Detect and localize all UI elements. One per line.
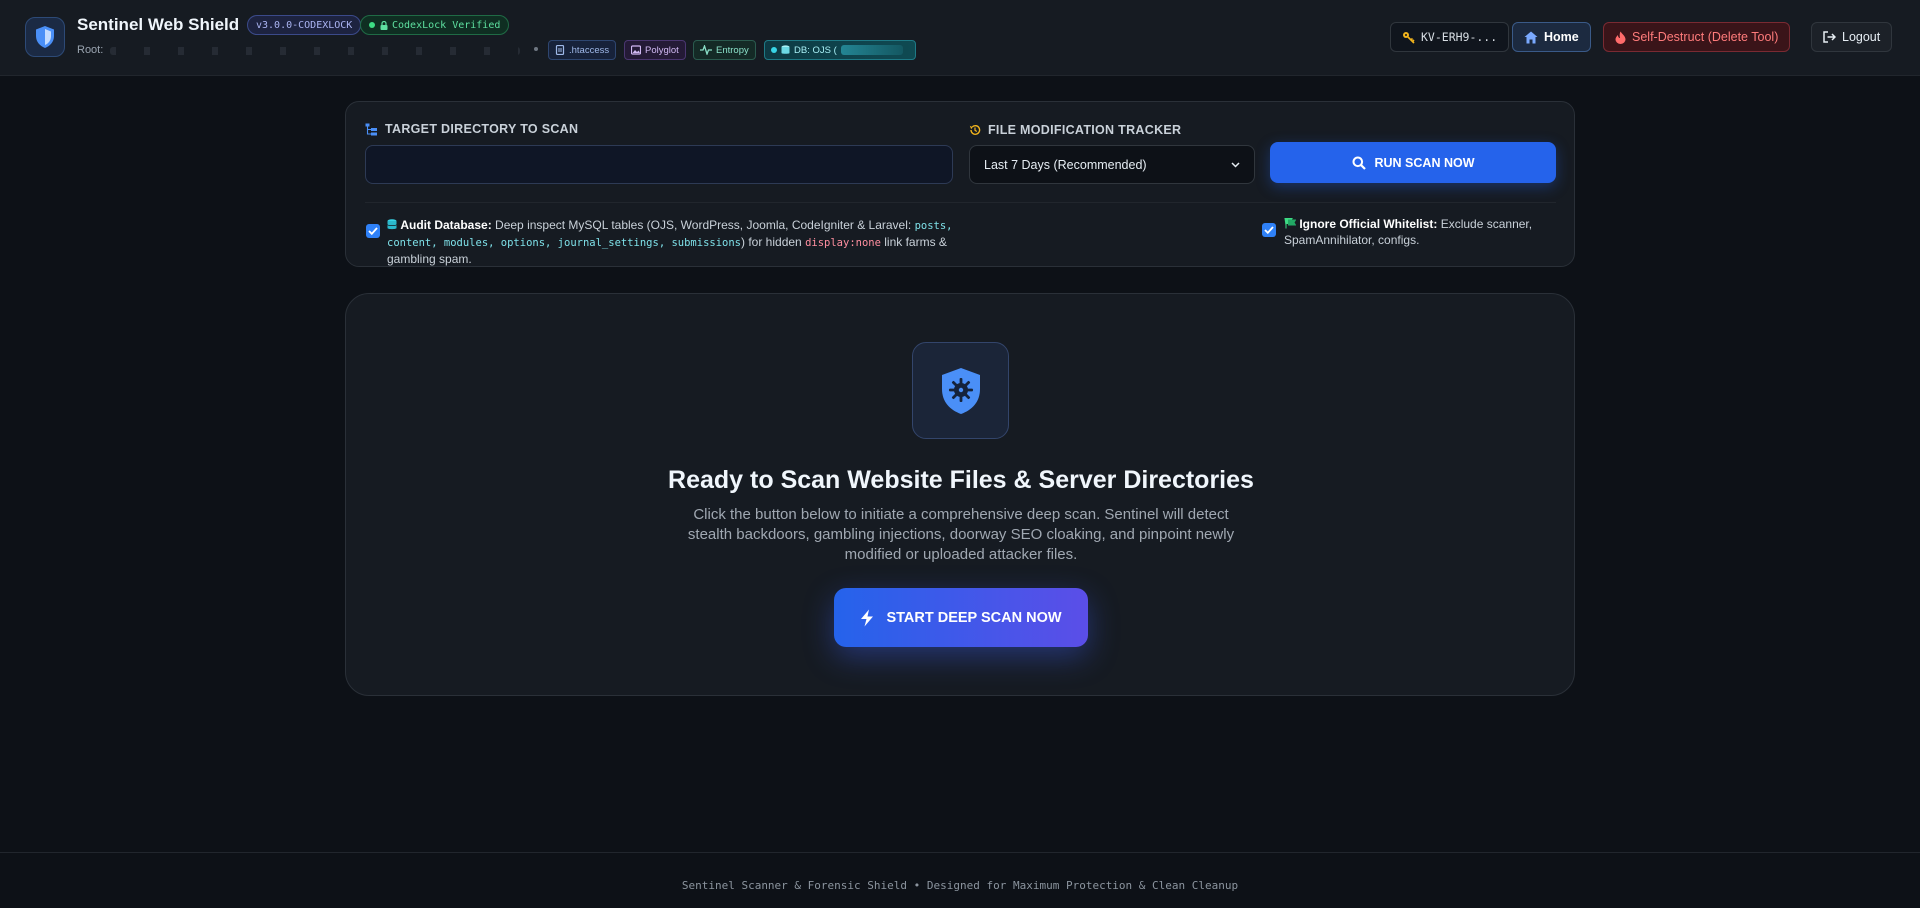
ignore-whitelist-checkbox[interactable] (1262, 223, 1276, 237)
self-destruct-button[interactable]: Self-Destruct (Delete Tool) (1603, 22, 1791, 52)
polyglot-chip-label: Polyglot (645, 44, 679, 56)
home-button[interactable]: Home (1512, 22, 1591, 52)
polyglot-chip: Polyglot (624, 40, 686, 60)
database-name-redacted (840, 45, 903, 55)
htaccess-chip: .htaccess (548, 40, 617, 60)
entropy-chip-label: Entropy (716, 44, 749, 56)
key-icon (1403, 31, 1415, 44)
htaccess-chip-label: .htaccess (569, 44, 610, 56)
start-deep-scan-label: START DEEP SCAN NOW (886, 609, 1062, 626)
self-destruct-label: Self-Destruct (Delete Tool) (1632, 30, 1779, 44)
chevron-down-icon (1231, 161, 1240, 168)
root-label: Root: (77, 44, 104, 56)
logout-label: Logout (1842, 30, 1881, 44)
history-icon (969, 124, 981, 135)
footer-text: Sentinel Scanner & Forensic Shield • Des… (681, 879, 1239, 892)
ignore-whitelist-option: Ignore Official Whitelist: Exclude scann… (1284, 216, 1554, 248)
folder-tree-icon (365, 123, 377, 135)
checkmark-icon (1264, 226, 1274, 234)
logout-button[interactable]: Logout (1811, 22, 1893, 52)
root-path-redacted (110, 47, 520, 55)
run-scan-label: RUN SCAN NOW (1374, 155, 1475, 170)
database-chip-label: DB: OJS ( (794, 44, 837, 56)
file-tracker-label-text: FILE MODIFICATION TRACKER (988, 123, 1182, 137)
search-icon (1352, 156, 1366, 170)
separator-dot (534, 47, 538, 51)
license-key-label: KV-ERH9-... (1421, 30, 1498, 44)
fire-icon (1615, 31, 1626, 44)
audit-database-option: Audit Database: Deep inspect MySQL table… (387, 217, 987, 267)
scan-ready-card: Ready to Scan Website Files & Server Dir… (345, 293, 1575, 696)
file-tracker-select[interactable]: Last 7 Days (Recommended) (969, 145, 1255, 184)
verified-label: CodexLock Verified (392, 19, 501, 31)
database-icon (387, 219, 397, 230)
home-icon (1524, 31, 1538, 43)
image-icon (631, 45, 641, 55)
shield-logo-icon (25, 17, 65, 57)
start-deep-scan-button[interactable]: START DEEP SCAN NOW (834, 588, 1088, 647)
database-icon (781, 45, 790, 54)
file-tracker-selected: Last 7 Days (Recommended) (984, 157, 1147, 172)
target-directory-label: TARGET DIRECTORY TO SCAN (365, 122, 578, 136)
status-dot-icon (771, 47, 777, 53)
audit-database-style-code: display:none (805, 237, 881, 249)
audit-database-checkbox[interactable] (366, 224, 380, 238)
lock-icon (380, 20, 388, 30)
app-header: Sentinel Web Shield v3.0.0-CODEXLOCK Cod… (0, 0, 1920, 76)
hero-title: Ready to Scan Website Files & Server Dir… (668, 466, 1254, 494)
status-dot-icon (369, 22, 375, 28)
app-title: Sentinel Web Shield (77, 15, 240, 34)
pulse-icon (700, 45, 712, 55)
database-chip: DB: OJS ( (764, 40, 916, 60)
shield-virus-icon (912, 342, 1009, 439)
target-directory-label-text: TARGET DIRECTORY TO SCAN (385, 122, 579, 136)
audit-database-text: ) for hidden (741, 235, 806, 249)
entropy-chip: Entropy (693, 40, 756, 60)
codexlock-verified-badge: CodexLock Verified (360, 15, 510, 35)
page-footer: Sentinel Scanner & Forensic Shield • Des… (0, 852, 1920, 908)
file-tracker-label: FILE MODIFICATION TRACKER (969, 123, 1181, 137)
hero-description: Click the button below to initiate a com… (687, 506, 1235, 563)
flags-icon (1284, 218, 1297, 229)
audit-database-text: Deep inspect MySQL tables (OJS, WordPres… (495, 218, 915, 232)
home-label: Home (1544, 30, 1579, 44)
target-directory-input[interactable] (365, 145, 953, 184)
version-badge: v3.0.0-CODEXLOCK (247, 15, 362, 35)
scan-config-panel: TARGET DIRECTORY TO SCAN FILE MODIFICATI… (345, 101, 1575, 267)
lightning-icon (861, 609, 874, 626)
run-scan-button[interactable]: RUN SCAN NOW (1270, 142, 1556, 183)
ignore-whitelist-title: Ignore Official Whitelist: (1299, 217, 1438, 231)
checkmark-icon (368, 227, 378, 235)
divider (365, 202, 1556, 203)
file-icon (555, 45, 565, 55)
logout-icon (1823, 31, 1836, 43)
audit-database-title: Audit Database: (400, 218, 492, 232)
license-key-button[interactable]: KV-ERH9-... (1390, 22, 1510, 52)
